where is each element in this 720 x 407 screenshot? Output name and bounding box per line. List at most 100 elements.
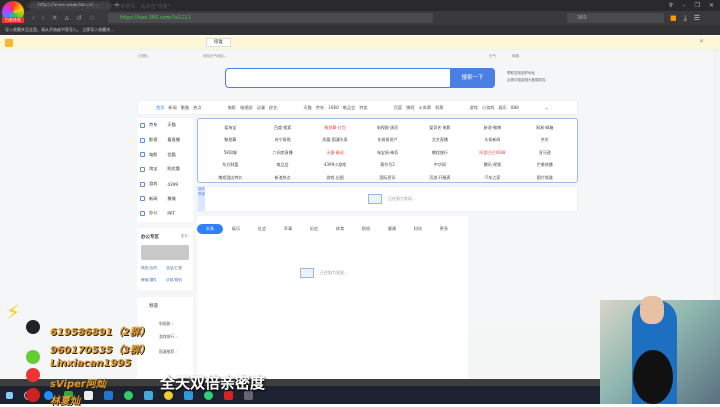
- office-more-link[interactable]: 更多›: [181, 234, 189, 239]
- infobar-close-icon[interactable]: ✕: [699, 38, 704, 45]
- nav-link[interactable]: 电影: [228, 105, 236, 111]
- sidebar-link[interactable]: 聚微: [167, 196, 175, 202]
- sidebar-link[interactable]: 办公: [149, 210, 157, 216]
- sidebar-link[interactable]: PPT: [167, 211, 175, 216]
- nav-link[interactable]: 聚备: [181, 105, 189, 111]
- sidebar-link[interactable]: 购优惠: [167, 166, 180, 172]
- news-tab[interactable]: 娱乐: [223, 226, 249, 232]
- site-link[interactable]: 东易易资产: [361, 134, 413, 146]
- site-link[interactable]: 天猫·精选: [309, 147, 361, 159]
- site-link[interactable]: 电视剧·演员: [361, 122, 413, 134]
- nav-link[interactable]: 机票: [435, 105, 443, 111]
- news-tab[interactable]: 军事: [275, 226, 301, 232]
- hint[interactable]: 帮助您找到好地址: [507, 70, 546, 77]
- office-link[interactable]: 简历/合同: [141, 266, 157, 271]
- skin-icon[interactable]: ♆: [668, 0, 673, 11]
- site-link[interactable]: 文艺直播: [414, 134, 466, 146]
- read-tag[interactable]: 操作界面: [198, 187, 205, 211]
- office-link[interactable]: 试卷/规划: [166, 278, 182, 283]
- site-link[interactable]: 淘宝网·神奇: [361, 147, 413, 159]
- site-link[interactable]: 58同城: [204, 147, 256, 159]
- sidebar-item[interactable]: 电影 优酷: [137, 147, 193, 162]
- site-link[interactable]: 4399小游戏: [309, 159, 361, 171]
- sidebar-item[interactable]: 影视 看直播: [137, 133, 193, 148]
- office-banner[interactable]: [141, 245, 189, 260]
- sidebar-link[interactable]: 优酷: [167, 152, 175, 158]
- nav-link[interactable]: 唯品会: [343, 105, 356, 111]
- weather-link[interactable]: 天气: [489, 54, 496, 59]
- sidebar-link[interactable]: 看直播: [167, 137, 180, 143]
- nav-link[interactable]: 京东: [316, 105, 324, 111]
- news-tab[interactable]: 健康: [379, 226, 405, 232]
- nav-link[interactable]: 888: [511, 105, 519, 111]
- sidebar-item[interactable]: 淘宝 购优惠: [137, 162, 193, 177]
- site-link[interactable]: 凤凰·国漫头条: [309, 134, 361, 146]
- channel-item[interactable]: 电视剧 ›: [159, 321, 173, 327]
- mail-icon[interactable]: [104, 390, 113, 400]
- news-tab[interactable]: 社会: [249, 226, 275, 232]
- nav-link[interactable]: 游戏: [469, 105, 477, 111]
- nav-link[interactable]: 小游戏: [482, 105, 495, 111]
- news-tab[interactable]: 历史: [301, 226, 327, 232]
- nav-link[interactable]: 首页: [156, 105, 164, 111]
- restore-session-button[interactable]: 恢复: [206, 38, 231, 47]
- nav-link[interactable]: 热点: [193, 105, 201, 111]
- download-icon[interactable]: ⤓: [684, 11, 687, 25]
- switch-city-link[interactable]: [切换]: [138, 54, 148, 59]
- site-link[interactable]: 新浪·微博: [466, 122, 518, 134]
- news-tab[interactable]: 更多: [431, 226, 457, 232]
- sidebar-link[interactable]: 游戏: [149, 181, 157, 187]
- nav-link[interactable]: 动漫: [257, 105, 265, 111]
- sidebar-item[interactable]: 新闻 聚微: [137, 191, 193, 206]
- sidebar-link[interactable]: 淘宝: [149, 166, 157, 172]
- site-link[interactable]: 爱奇艺·电影: [414, 122, 466, 134]
- chevron-down-icon[interactable]: ⌄: [545, 105, 549, 110]
- menu-icon[interactable]: ☰: [694, 11, 700, 25]
- nav-link[interactable]: 新闻: [168, 105, 176, 111]
- app-icon[interactable]: [144, 390, 153, 400]
- news-tab[interactable]: 头条: [197, 224, 223, 234]
- site-link[interactable]: 游戏·出图: [309, 172, 361, 184]
- nav-link[interactable]: 火车票: [419, 105, 432, 111]
- office-link[interactable]: 教案/课件: [141, 278, 157, 283]
- sidebar-item[interactable]: 办公 PPT: [137, 206, 193, 221]
- store-icon[interactable]: [84, 390, 93, 400]
- site-link[interactable]: 六间房直播: [256, 147, 308, 159]
- nav-link[interactable]: 百度: [394, 105, 402, 111]
- address-bar[interactable]: https://hao.360.com/?a1111: [108, 13, 433, 23]
- site-link[interactable]: 页游·开服表: [414, 172, 466, 184]
- hint[interactable]: 合规中国金融大数据风控: [507, 77, 546, 84]
- channel-item[interactable]: 游戏排行 ›: [159, 334, 177, 340]
- site-link[interactable]: 聚划算·红包: [309, 122, 361, 134]
- sidebar-link[interactable]: 新闻: [149, 196, 157, 202]
- nav-link[interactable]: 电视剧: [240, 105, 253, 111]
- sidebar-item[interactable]: 游戏 4399: [137, 177, 193, 192]
- site-link[interactable]: 芒果热播: [519, 159, 571, 171]
- start-icon[interactable]: [6, 391, 13, 399]
- site-link[interactable]: 携程旅行: [414, 147, 466, 159]
- site-link[interactable]: 聚划算: [204, 134, 256, 146]
- site-link[interactable]: 腾讯·视频: [466, 159, 518, 171]
- site-link[interactable]: 东方财富: [204, 159, 256, 171]
- site-link[interactable]: 网易·邮箱: [519, 122, 571, 134]
- site-link[interactable]: 阿里巴巴1688: [466, 147, 518, 159]
- restore-button[interactable]: ❐: [695, 0, 700, 11]
- channel-item[interactable]: 国漫推荐 ›: [159, 349, 177, 355]
- sidebar-link[interactable]: 4399: [167, 182, 178, 187]
- sidebar-link[interactable]: 影视: [149, 137, 157, 143]
- add-weather-link[interactable]: 添加天气地区...: [203, 54, 227, 59]
- office-link[interactable]: 总结/汇报: [166, 266, 182, 271]
- minimize-button[interactable]: –: [683, 0, 686, 11]
- site-link[interactable]: 头条新闻: [466, 134, 518, 146]
- site-link[interactable]: 爱淘宝: [204, 122, 256, 134]
- site-link[interactable]: 中华网: [414, 159, 466, 171]
- search-engine-box[interactable]: 360: [567, 13, 664, 23]
- nav-link[interactable]: 携程: [406, 105, 414, 111]
- site-link[interactable]: 赛尔号2: [361, 159, 413, 171]
- site-link[interactable]: 新浪热点: [256, 172, 308, 184]
- browser-icon[interactable]: [124, 390, 133, 400]
- nav-link[interactable]: 综艺: [269, 105, 277, 111]
- sidebar-link[interactable]: 天猫: [167, 122, 175, 128]
- site-link[interactable]: 图片频道: [519, 172, 571, 184]
- sidebar-link[interactable]: 京东: [149, 122, 157, 128]
